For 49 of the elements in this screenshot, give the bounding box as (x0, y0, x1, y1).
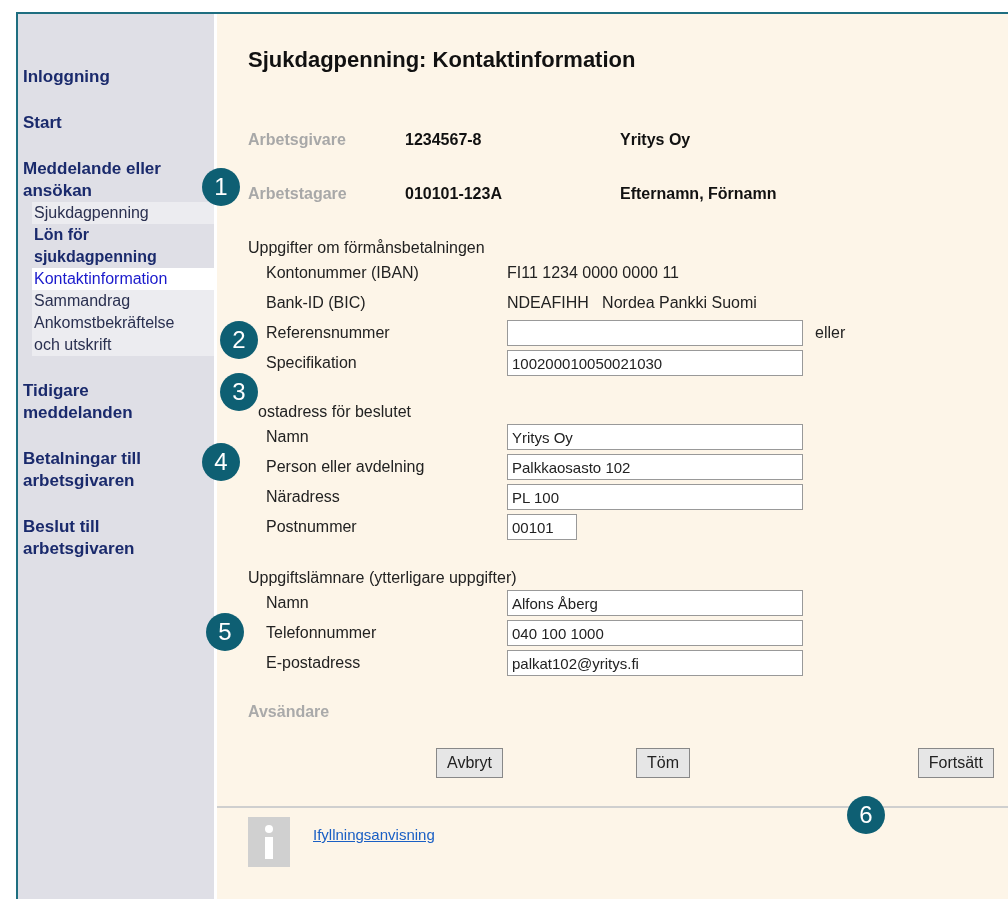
field-note: eller (815, 323, 846, 343)
input-field[interactable]: Palkkaosasto 102 (507, 454, 803, 480)
field-label: Person eller avdelning (266, 457, 426, 477)
field-value: FI11 1234 0000 0000 11 (507, 263, 679, 283)
input-field[interactable]: PL 100 (507, 484, 803, 510)
party-label: Arbetsgivare (248, 130, 347, 150)
party-id: 1234567-8 (405, 130, 483, 150)
party-id: 010101-123A (405, 184, 503, 204)
input-field[interactable] (507, 320, 803, 346)
party-label: Arbetstagare (248, 184, 348, 204)
field-label: Bank-ID (BIC) (266, 293, 367, 313)
input-field[interactable]: palkat102@yritys.fi (507, 650, 803, 676)
field-label: Postnummer (266, 517, 358, 537)
field-label: Näradress (266, 487, 341, 507)
help-link[interactable]: Ifyllningsanvisning (313, 824, 435, 847)
nav-link[interactable]: Tidigare meddelanden (18, 380, 183, 424)
info-icon (248, 817, 290, 867)
nav-subitem[interactable]: Ankomstbekräftelse och utskrift (32, 312, 214, 356)
field-label: E-postadress (266, 653, 362, 673)
form-button[interactable]: Fortsätt (917, 748, 994, 778)
form-button[interactable]: Töm (636, 748, 691, 778)
nav-link[interactable]: Beslut till arbetsgivaren (18, 516, 183, 560)
nav-subitem[interactable]: Lön för sjukdagpenning (32, 224, 214, 268)
section-heading: Avsändare (248, 702, 331, 722)
nav-link[interactable]: Betalningar till arbetsgivaren (18, 448, 183, 492)
party-name: Yritys Oy (620, 130, 691, 150)
input-field[interactable]: Alfons Åberg (507, 590, 803, 616)
party-name: Efternamn, Förnamn (620, 184, 777, 204)
nav-link[interactable]: Inloggning (18, 66, 115, 88)
field-label: Namn (266, 593, 310, 613)
field-label: Specifikation (266, 353, 358, 373)
page-title: Sjukdagpenning: Kontaktinformation (248, 46, 637, 74)
nav-subitem[interactable]: Kontaktinformation (32, 268, 214, 290)
field-value: NDEAFIHH Nordea Pankki Suomi (507, 293, 757, 313)
input-field[interactable]: 00101 (507, 514, 577, 540)
input-field[interactable]: 040 100 1000 (507, 620, 803, 646)
field-label: Kontonummer (IBAN) (266, 263, 420, 283)
field-label: Telefonnummer (266, 623, 378, 643)
nav-subitem[interactable]: Sammandrag (32, 290, 214, 312)
nav-link[interactable]: Meddelande eller ansökan (18, 158, 183, 202)
field-label: Namn (266, 427, 310, 447)
section-heading: ostadress för beslutet (257, 402, 412, 422)
input-field[interactable]: Yritys Oy (507, 424, 803, 450)
nav-link[interactable]: Start (18, 112, 67, 134)
form-button[interactable]: Avbryt (436, 748, 504, 778)
input-field[interactable]: 100200010050021030 (507, 350, 803, 376)
field-label: Referensnummer (266, 323, 391, 343)
section-heading: Uppgiftslämnare (ytterligare uppgifter) (248, 568, 518, 588)
section-heading: Uppgifter om förmånsbetalningen (248, 238, 486, 258)
